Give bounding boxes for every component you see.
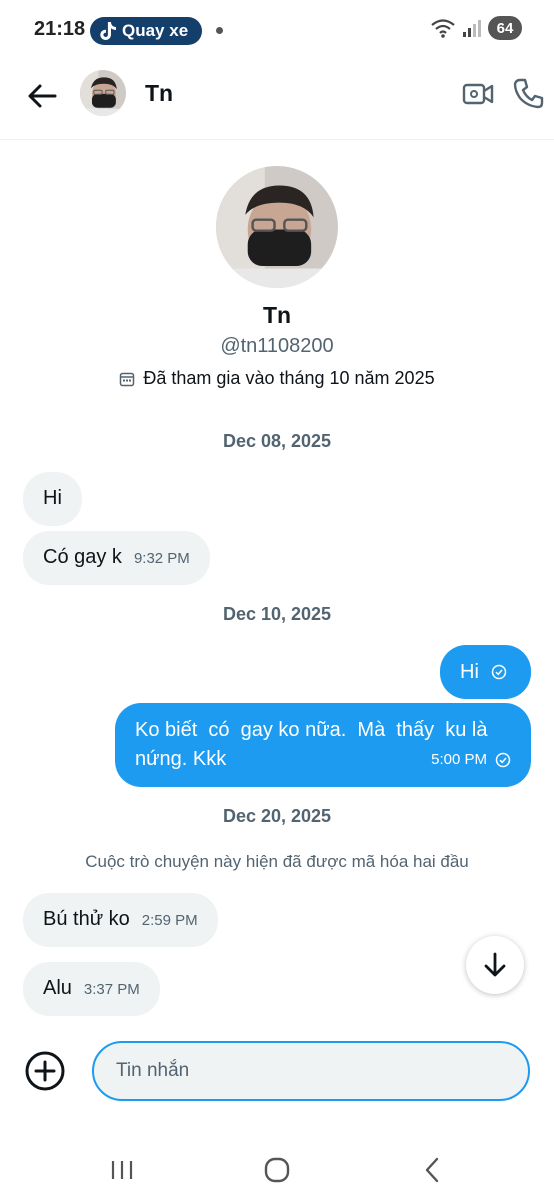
profile-avatar[interactable] (216, 166, 338, 288)
scroll-to-bottom-button[interactable] (466, 936, 524, 994)
plus-circle-icon (25, 1051, 65, 1091)
join-date: Đã tham gia vào tháng 10 năm 2025 (0, 368, 554, 389)
profile-handle: @tn1108200 (220, 335, 334, 357)
message-incoming[interactable]: Hi (23, 472, 82, 526)
notification-dot-icon (216, 27, 223, 34)
message-incoming[interactable]: Alu 3:37 PM (23, 962, 160, 1016)
message-time: 2:59 PM (141, 912, 198, 929)
message-incoming[interactable]: Bú thử ko 2:59 PM (23, 893, 218, 947)
recent-apps-button[interactable] (102, 1150, 142, 1190)
message-text: Bú thử ko (43, 908, 130, 930)
arrow-left-icon (28, 84, 57, 108)
message-incoming[interactable]: Có gay k 9:32 PM (23, 531, 210, 585)
audio-call-button[interactable] (512, 76, 546, 110)
battery-icon: 64 (488, 16, 522, 40)
message-input[interactable]: Tin nhắn (92, 1041, 530, 1101)
home-icon (264, 1157, 290, 1183)
phone-icon (513, 78, 544, 109)
message-text: Hi (43, 487, 62, 509)
message-text: Hi (460, 660, 479, 683)
message-text: Có gay k (43, 546, 122, 568)
add-media-button[interactable] (24, 1050, 66, 1092)
message-text-continued: nứng. Kkk (135, 748, 227, 770)
signal-icon (463, 20, 481, 37)
message-text: Ko biết có gay ko nữa. Mà thấy ku là (135, 719, 488, 741)
sent-check-icon (491, 664, 507, 680)
message-outgoing[interactable]: Ko biết có gay ko nữa. Mà thấy ku là nứn… (115, 703, 531, 787)
message-input-placeholder: Tin nhắn (116, 1060, 190, 1081)
status-icons: 64 (430, 16, 522, 40)
sent-check-icon (495, 752, 511, 767)
message-time: 5:00 PM (431, 751, 487, 768)
dm-screen: 21:18 Quay xe 64 Tn Tn @tn1108200 Đã tha… (0, 0, 554, 1200)
date-separator: Dec 08, 2025 (222, 431, 332, 451)
message-time: 9:32 PM (133, 550, 190, 567)
message-text: Alu (43, 977, 72, 999)
chevron-left-icon (425, 1157, 439, 1183)
status-time: 21:18 (34, 18, 86, 40)
back-button[interactable] (24, 78, 60, 114)
system-back-button[interactable] (412, 1150, 452, 1190)
calendar-icon (120, 372, 135, 386)
home-button[interactable] (257, 1150, 297, 1190)
recording-pill[interactable]: Quay xe (90, 17, 202, 45)
date-separator: Dec 20, 2025 (222, 806, 332, 826)
date-separator: Dec 10, 2025 (222, 604, 332, 624)
message-time: 3:37 PM (83, 981, 140, 998)
battery-level: 64 (496, 19, 514, 37)
encryption-notice: Cuộc trò chuyện này hiện đã được mã hóa … (85, 852, 469, 871)
recent-apps-icon (111, 1161, 133, 1179)
status-bar: 21:18 Quay xe 64 (0, 0, 554, 60)
avatar-photo (80, 70, 126, 116)
pill-label: Quay xe (122, 21, 189, 40)
header-name[interactable]: Tn (145, 80, 173, 107)
video-call-button[interactable] (461, 77, 495, 111)
profile-summary: Tn @tn1108200 Đã tham gia vào tháng 10 n… (0, 166, 554, 389)
video-icon (462, 83, 494, 105)
profile-photo (216, 166, 338, 288)
system-nav-bar (0, 1140, 554, 1200)
chat-header: Tn (0, 60, 554, 140)
arrow-down-icon (484, 952, 506, 977)
message-outgoing[interactable]: Hi (440, 645, 531, 699)
wifi-icon (431, 19, 455, 38)
avatar[interactable] (80, 70, 126, 116)
profile-name: Tn (262, 302, 292, 328)
join-date-text: Đã tham gia vào tháng 10 năm 2025 (143, 368, 435, 388)
tiktok-icon (100, 22, 116, 40)
